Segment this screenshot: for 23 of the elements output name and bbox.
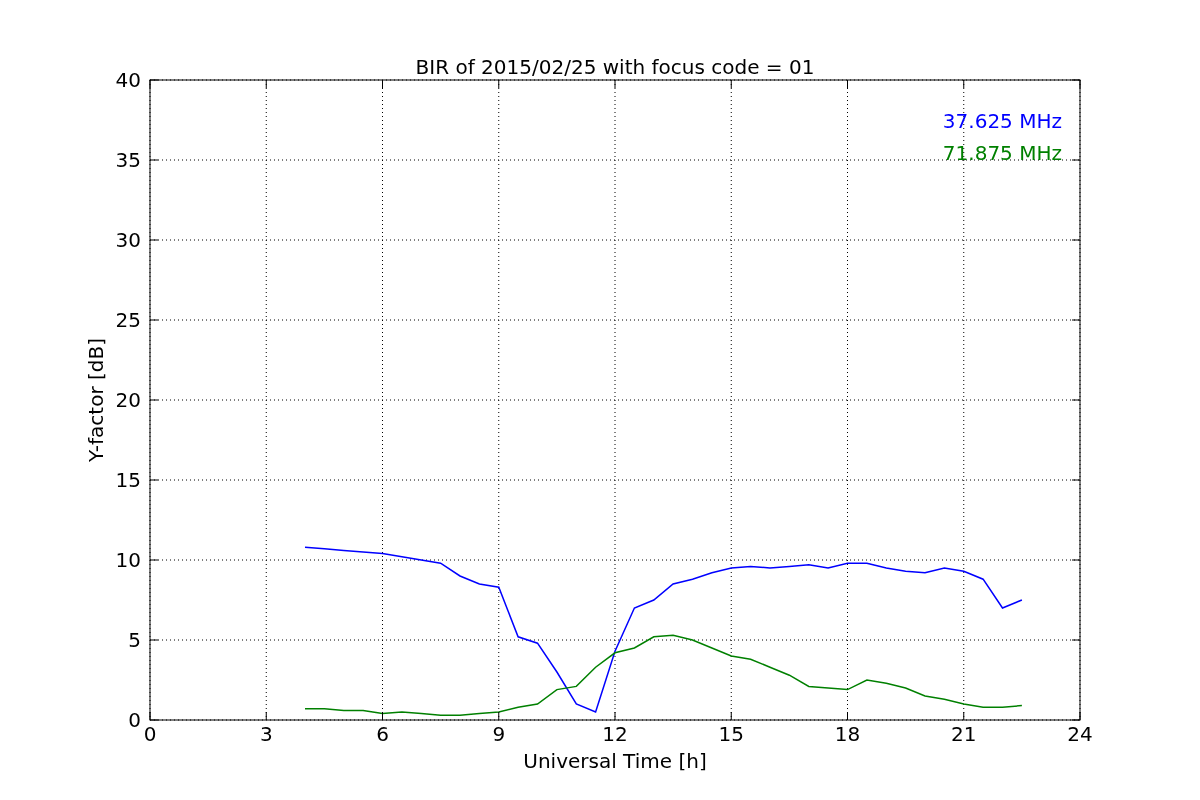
y-tick-label: 20 [115, 388, 141, 412]
y-tick-label: 40 [115, 68, 141, 92]
x-tick-label: 3 [259, 722, 273, 746]
y-axis-label: Y-factor [dB] [84, 338, 108, 462]
y-tick-label: 5 [128, 628, 141, 652]
y-tick-label: 15 [115, 468, 141, 492]
x-tick-label: 12 [602, 722, 628, 746]
x-tick-label: 18 [834, 722, 861, 746]
chart-title: BIR of 2015/02/25 with focus code = 01 [415, 55, 815, 79]
x-tick-label: 24 [1067, 722, 1093, 746]
y-tick-label: 10 [115, 548, 141, 572]
x-tick-label: 9 [492, 722, 506, 746]
x-tick-label: 15 [718, 722, 744, 746]
y-tick-label: 30 [115, 228, 141, 252]
x-tick-label: 21 [951, 722, 977, 746]
x-tick-label: 0 [143, 722, 157, 746]
legend-label: 37.625 MHz [942, 109, 1062, 133]
x-tick-label: 6 [376, 722, 389, 746]
legend-label: 71.875 MHz [942, 141, 1062, 165]
y-tick-label: 35 [115, 148, 141, 172]
x-axis-label: Universal Time [h] [523, 749, 707, 773]
y-tick-label: 0 [128, 708, 141, 732]
y-tick-label: 25 [115, 308, 141, 332]
